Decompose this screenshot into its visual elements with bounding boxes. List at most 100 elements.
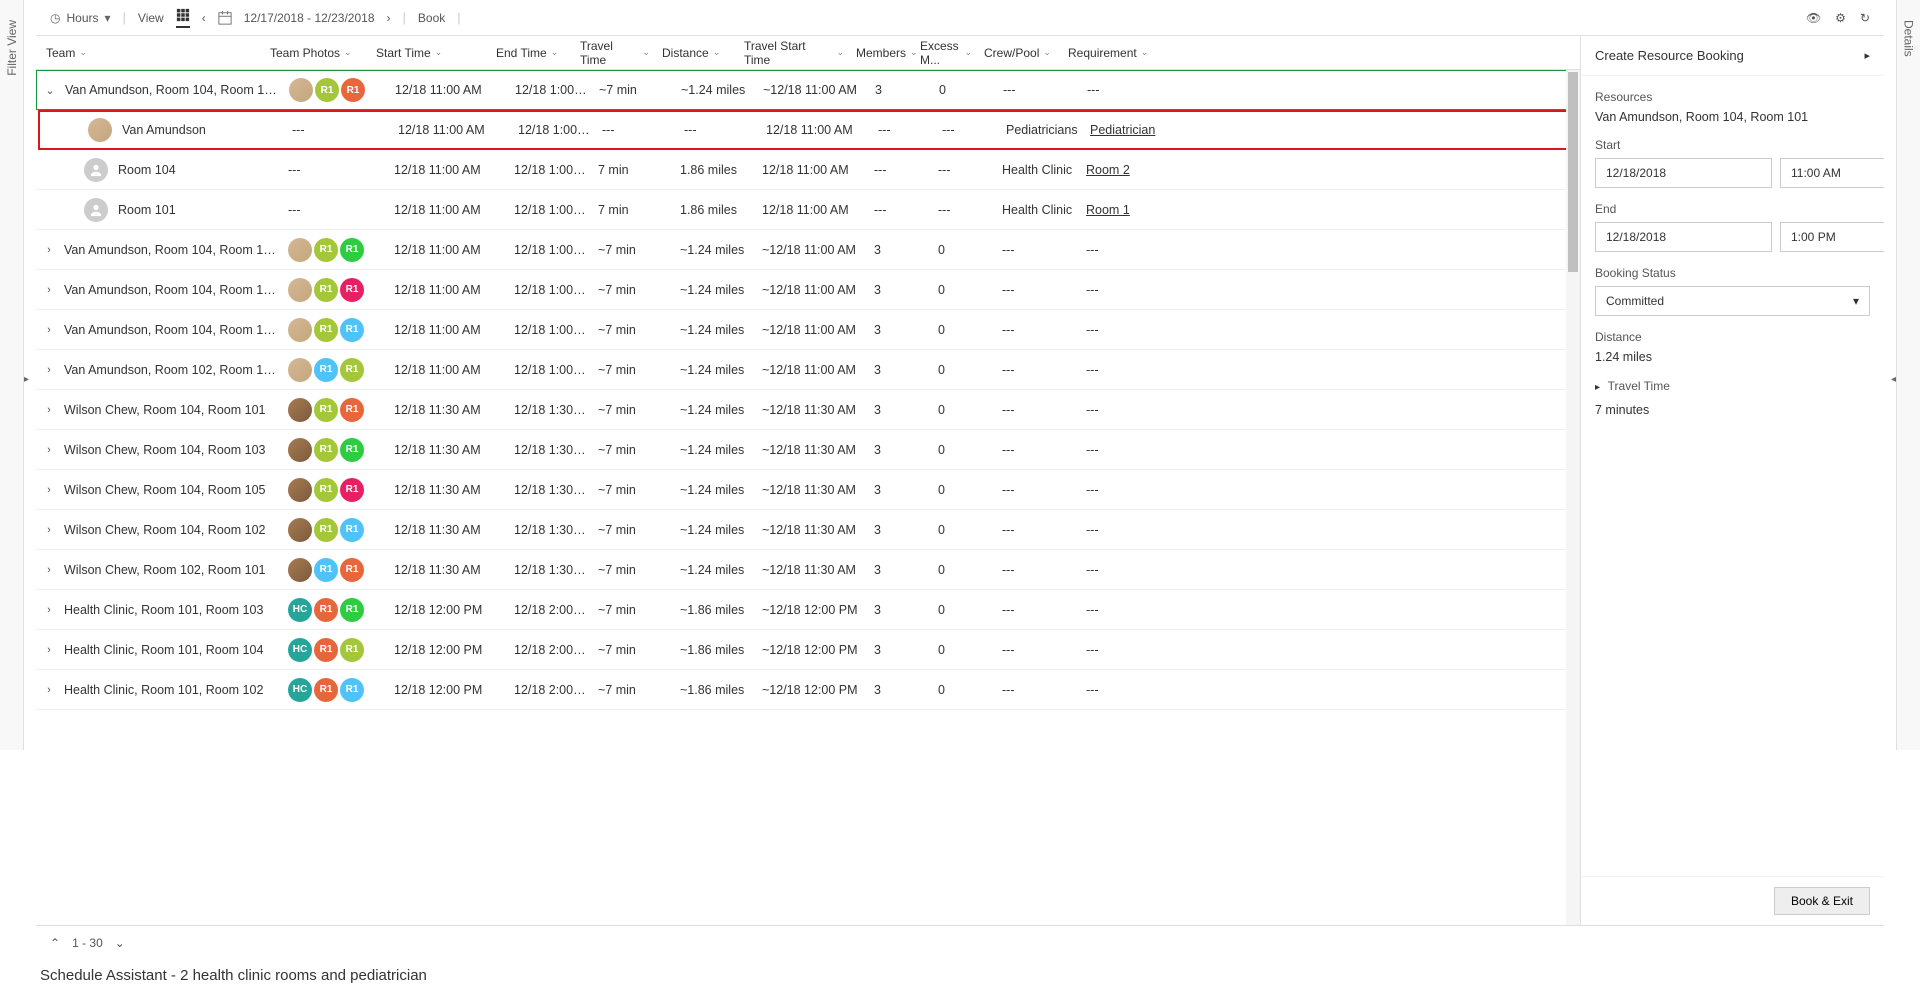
- grid-view-button[interactable]: [176, 8, 190, 28]
- photos-cell: R1R1: [282, 478, 388, 502]
- table-row[interactable]: ›Wilson Chew, Room 102, Room 101R1R112/1…: [36, 550, 1580, 590]
- requirement-cell[interactable]: Room 2: [1080, 163, 1164, 177]
- start-time-input[interactable]: [1780, 158, 1884, 188]
- start-date-input[interactable]: [1595, 158, 1772, 188]
- expand-toggle[interactable]: ›: [40, 324, 58, 336]
- travel-cell: ~7 min: [592, 283, 674, 297]
- hours-dropdown[interactable]: ◷ Hours ▾: [50, 11, 111, 25]
- book-exit-button[interactable]: Book & Exit: [1774, 887, 1870, 915]
- col-start[interactable]: Start Time⌄: [370, 46, 490, 60]
- table-row[interactable]: ›Van Amundson, Room 102, Room 104R1R112/…: [36, 350, 1580, 390]
- table-row[interactable]: ›Van Amundson, Room 104, Room 102R1R112/…: [36, 310, 1580, 350]
- col-photos[interactable]: Team Photos⌄: [264, 46, 370, 60]
- table-row[interactable]: ›Wilson Chew, Room 104, Room 102R1R112/1…: [36, 510, 1580, 550]
- vertical-scrollbar[interactable]: [1566, 70, 1580, 925]
- col-travel[interactable]: Travel Time⌄: [574, 39, 656, 67]
- table-row[interactable]: ›Van Amundson, Room 104, Room 103R1R112/…: [36, 230, 1580, 270]
- details-expand-icon[interactable]: ▸: [1595, 382, 1600, 393]
- start-cell: 12/18 12:00 PM: [388, 643, 508, 657]
- start-cell: 12/18 11:00 AM: [388, 323, 508, 337]
- avatar: [288, 278, 312, 302]
- table-row[interactable]: Room 101---12/18 11:00 AM12/18 1:00 PM7 …: [36, 190, 1580, 230]
- requirement-link[interactable]: Room 2: [1086, 163, 1130, 177]
- crew-cell: ---: [996, 603, 1080, 617]
- status-select[interactable]: Committed ▾: [1595, 286, 1870, 316]
- excess-cell: 0: [932, 323, 996, 337]
- requirement-cell[interactable]: Room 1: [1080, 203, 1164, 217]
- expand-toggle[interactable]: ›: [40, 524, 58, 536]
- col-excess[interactable]: Excess M...⌄: [914, 39, 978, 67]
- right-rail-details[interactable]: Details: [1896, 0, 1920, 750]
- table-row[interactable]: ›Health Clinic, Room 101, Room 102HCR1R1…: [36, 670, 1580, 710]
- start-cell: 12/18 11:00 AM: [388, 283, 508, 297]
- settings-button[interactable]: ⚙: [1835, 11, 1846, 25]
- right-expand-icon[interactable]: [1884, 370, 1896, 390]
- photos-cell: R1R1: [282, 518, 388, 542]
- expand-all-icon[interactable]: ⌄: [115, 936, 125, 950]
- expand-toggle[interactable]: ›: [40, 484, 58, 496]
- table-row[interactable]: ›Wilson Chew, Room 104, Room 101R1R112/1…: [36, 390, 1580, 430]
- date-range[interactable]: 12/17/2018 - 12/23/2018: [244, 11, 375, 25]
- table-row[interactable]: ›Wilson Chew, Room 104, Room 105R1R112/1…: [36, 470, 1580, 510]
- team-cell: Van Amundson, Room 104, Room 102: [58, 323, 282, 337]
- avatar: [288, 318, 312, 342]
- requirement-link[interactable]: Room 1: [1086, 203, 1130, 217]
- calendar-button[interactable]: [218, 11, 232, 25]
- crew-cell: ---: [996, 563, 1080, 577]
- distance-cell: ---: [678, 123, 760, 137]
- expand-toggle[interactable]: ›: [40, 284, 58, 296]
- next-button[interactable]: ›: [387, 11, 391, 25]
- col-team[interactable]: Team⌄: [40, 46, 264, 60]
- chevron-down-icon: ⌄: [1141, 47, 1149, 58]
- avatar: R1: [314, 598, 338, 622]
- expand-toggle[interactable]: ⌄: [41, 84, 59, 97]
- photos-cell: HCR1R1: [282, 638, 388, 662]
- col-crew[interactable]: Crew/Pool⌄: [978, 46, 1062, 60]
- col-members[interactable]: Members⌄: [850, 46, 914, 60]
- table-row[interactable]: Van Amundson---12/18 11:00 AM12/18 1:00 …: [38, 110, 1578, 150]
- photos-cell: ---: [282, 163, 388, 177]
- avatar: [288, 358, 312, 382]
- collapse-all-icon[interactable]: ⌃: [50, 936, 60, 950]
- distance-cell: ~1.24 miles: [674, 363, 756, 377]
- requirement-cell[interactable]: Pediatrician: [1084, 123, 1168, 137]
- refresh-button[interactable]: ↻: [1860, 11, 1870, 25]
- visibility-button[interactable]: 👁: [1806, 11, 1821, 25]
- expand-toggle[interactable]: ›: [40, 684, 58, 696]
- scrollbar-thumb[interactable]: [1568, 72, 1578, 272]
- table-row[interactable]: ›Health Clinic, Room 101, Room 103HCR1R1…: [36, 590, 1580, 630]
- expand-toggle[interactable]: ›: [40, 444, 58, 456]
- end-date-input[interactable]: [1595, 222, 1772, 252]
- table-row[interactable]: Room 104---12/18 11:00 AM12/18 1:00 PM7 …: [36, 150, 1580, 190]
- expand-toggle[interactable]: ›: [40, 644, 58, 656]
- left-rail-filter[interactable]: Filter View: [0, 0, 24, 750]
- prev-button[interactable]: ‹: [202, 11, 206, 25]
- end-time-input[interactable]: [1780, 222, 1884, 252]
- book-button[interactable]: Book: [418, 11, 445, 25]
- details-collapse-icon[interactable]: ▸: [1864, 49, 1870, 62]
- expand-toggle[interactable]: ›: [40, 604, 58, 616]
- tstart-cell: ~12/18 11:30 AM: [756, 443, 868, 457]
- requirement-link[interactable]: Pediatrician: [1090, 123, 1155, 137]
- expand-toggle[interactable]: ›: [40, 244, 58, 256]
- expand-toggle[interactable]: ›: [40, 404, 58, 416]
- table-row[interactable]: ›Health Clinic, Room 101, Room 104HCR1R1…: [36, 630, 1580, 670]
- table-row[interactable]: ⌄Van Amundson, Room 104, Room 101R1R112/…: [36, 70, 1580, 110]
- excess-cell: 0: [933, 83, 997, 97]
- col-end[interactable]: End Time⌄: [490, 46, 574, 60]
- left-expand-icon[interactable]: [24, 370, 36, 390]
- requirement-cell: ---: [1080, 683, 1164, 697]
- photos-cell: ---: [282, 203, 388, 217]
- table-row[interactable]: ›Wilson Chew, Room 104, Room 103R1R112/1…: [36, 430, 1580, 470]
- expand-toggle[interactable]: ›: [40, 564, 58, 576]
- col-requirement[interactable]: Requirement⌄: [1062, 46, 1146, 60]
- expand-toggle[interactable]: ›: [40, 364, 58, 376]
- travel-cell: ~7 min: [592, 643, 674, 657]
- table-row[interactable]: ›Van Amundson, Room 104, Room 105R1R112/…: [36, 270, 1580, 310]
- start-cell: 12/18 12:00 PM: [388, 683, 508, 697]
- clock-icon: ◷: [50, 11, 60, 25]
- col-distance[interactable]: Distance⌄: [656, 46, 738, 60]
- team-cell: Van Amundson, Room 104, Room 101: [59, 83, 283, 97]
- col-travel-start[interactable]: Travel Start Time⌄: [738, 39, 850, 67]
- crew-cell: ---: [996, 323, 1080, 337]
